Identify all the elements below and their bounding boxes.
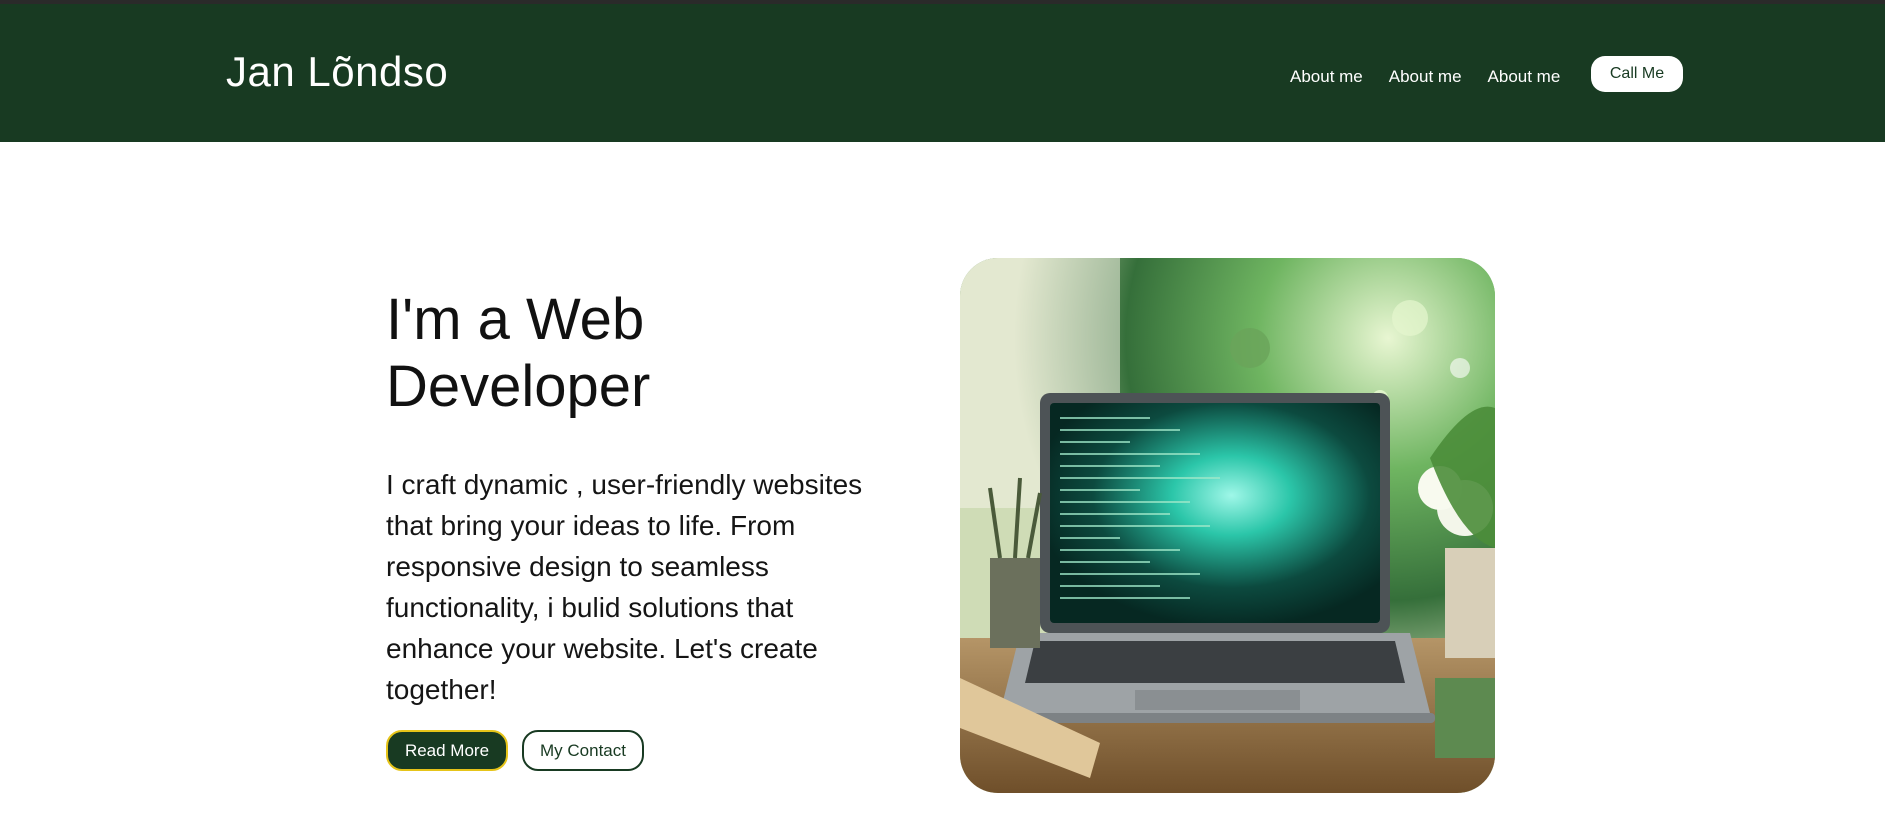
my-contact-button[interactable]: My Contact: [522, 730, 644, 771]
site-header: Jan Lõndso About me About me About me Ca…: [0, 4, 1885, 142]
main-nav: About me About me About me: [1290, 67, 1586, 87]
site-logo[interactable]: Jan Lõndso: [226, 48, 448, 96]
call-me-button[interactable]: Call Me: [1591, 56, 1683, 92]
hero-description: I craft dynamic , user-friendly websites…: [386, 469, 863, 705]
hero-laptop-image: [960, 258, 1495, 793]
read-more-button[interactable]: Read More: [386, 730, 508, 771]
hero-title: I'm a Web Developer: [386, 287, 651, 419]
nav-link-about-2[interactable]: About me: [1389, 67, 1462, 87]
nav-link-about-3[interactable]: About me: [1488, 67, 1561, 87]
nav-link-about-1[interactable]: About me: [1290, 67, 1363, 87]
